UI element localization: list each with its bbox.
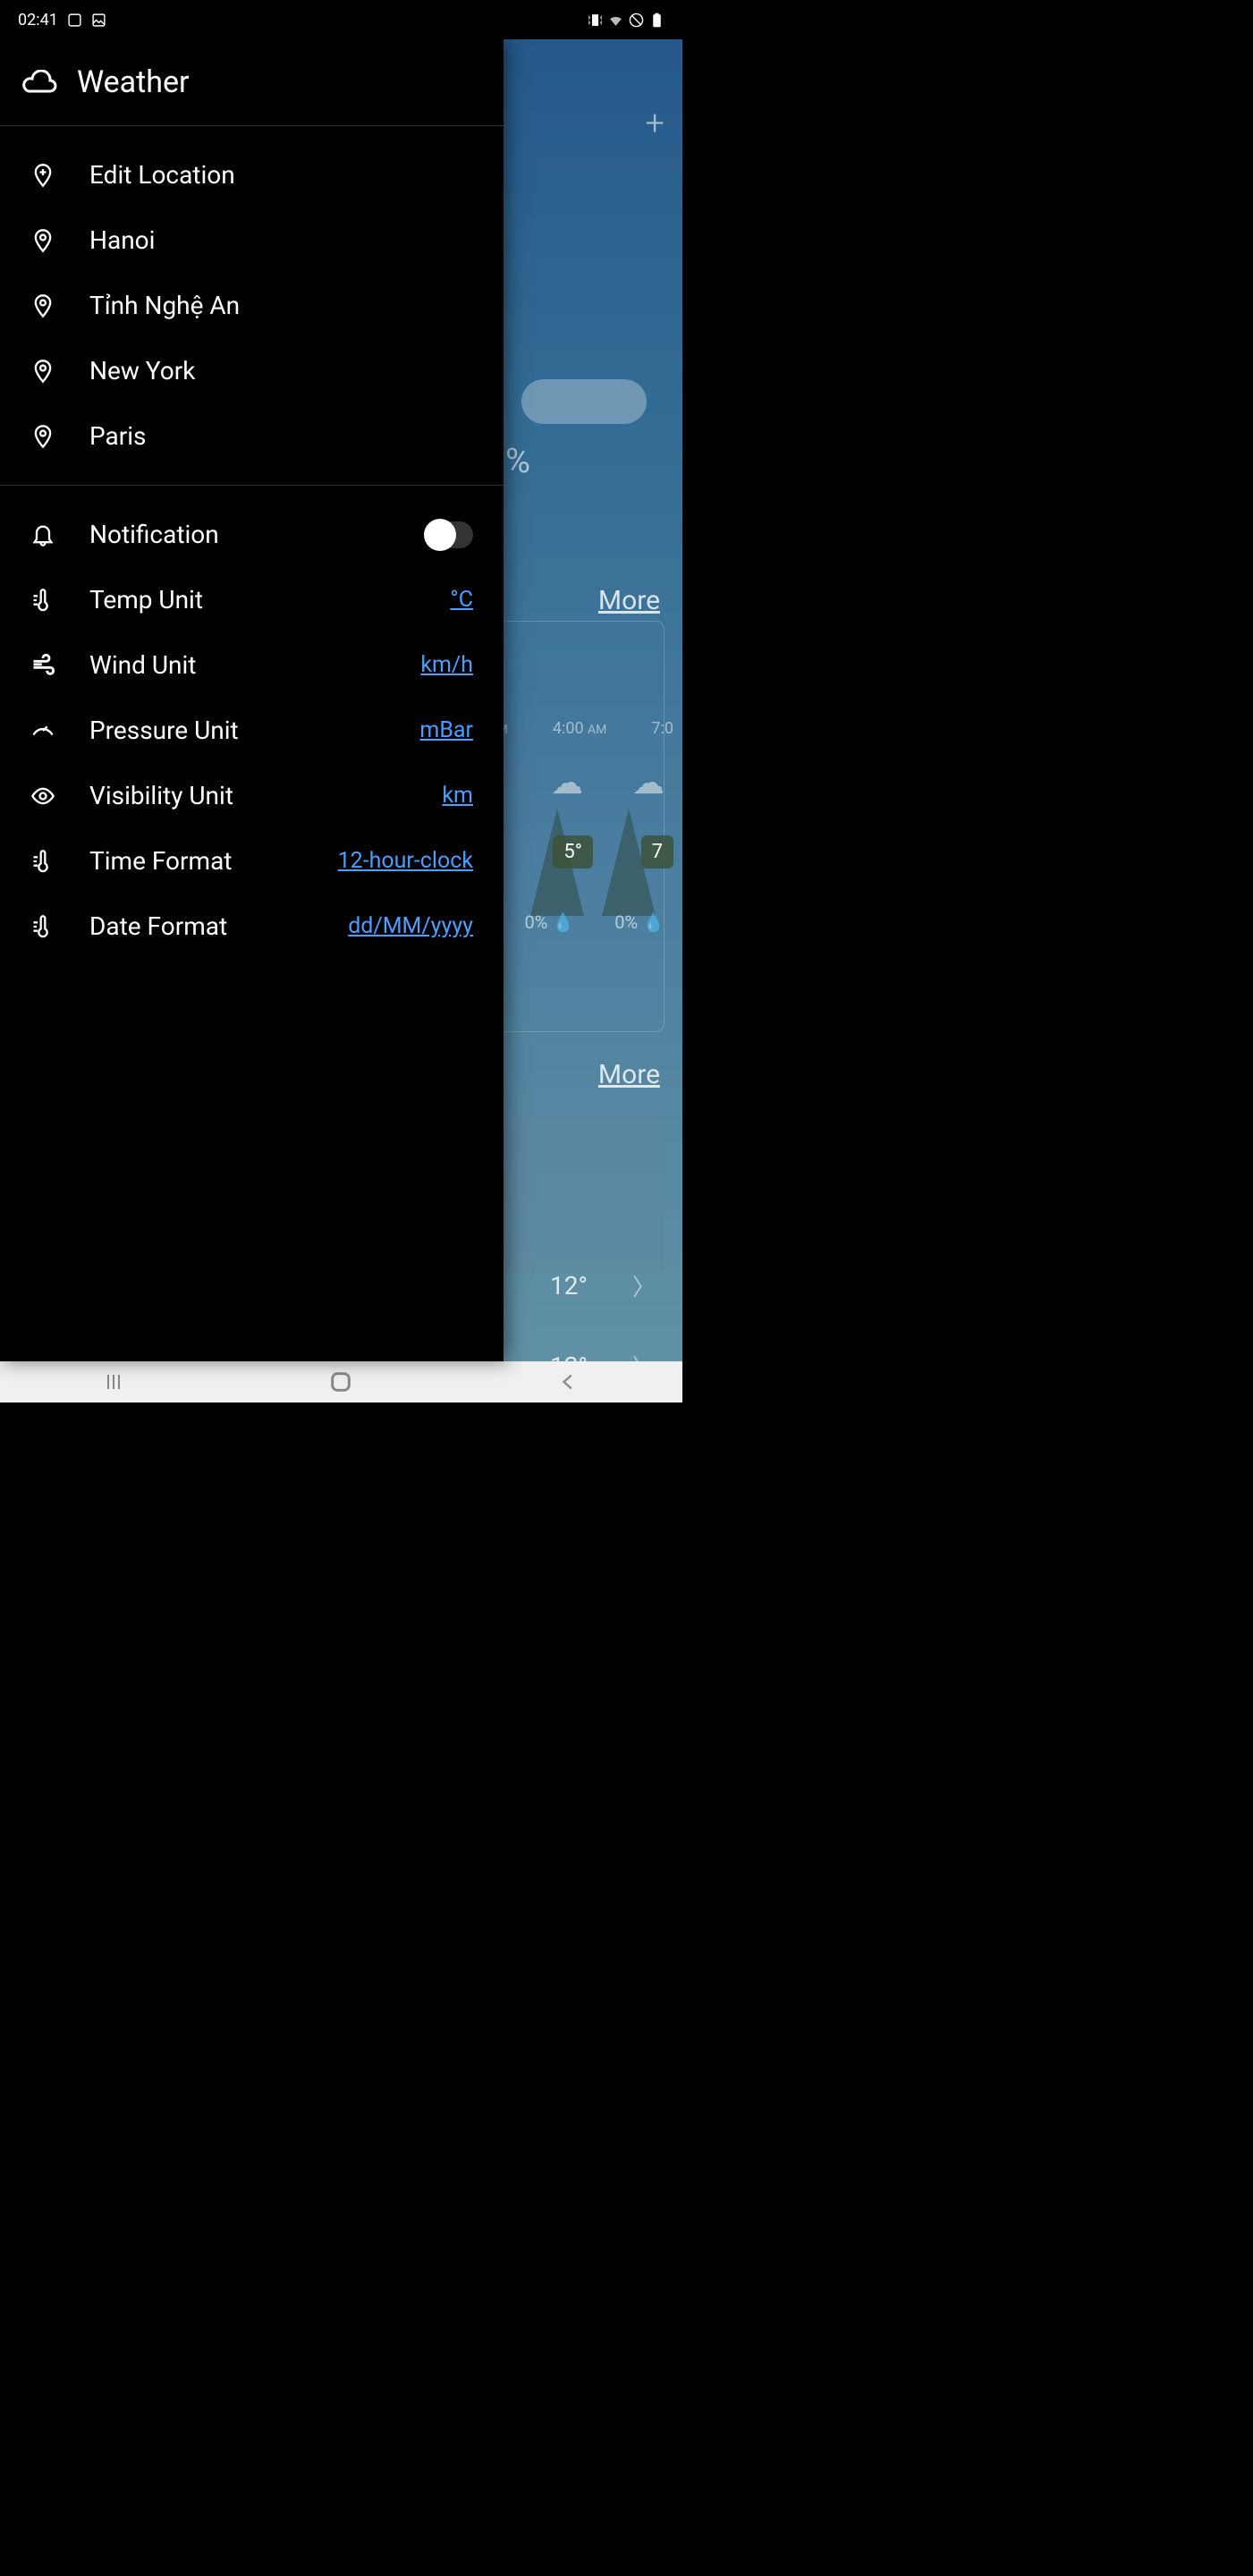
- thermometer-icon: [30, 914, 55, 939]
- cloud-icon: ☁: [551, 764, 583, 801]
- visibility-unit-item[interactable]: Visibility Unit km: [0, 763, 504, 828]
- location-item-paris[interactable]: Paris: [0, 403, 504, 469]
- background-trees: [530, 809, 656, 916]
- drawer-title: Weather: [77, 64, 190, 100]
- forecast-icons: ☁ ☁: [551, 764, 665, 801]
- drawer-header: Weather: [0, 39, 504, 126]
- drawer-item-value[interactable]: dd/MM/yyyy: [348, 913, 473, 939]
- forecast-times: AM 4:00 AM 7:0: [489, 719, 674, 738]
- bell-icon: [30, 522, 55, 547]
- drawer-item-label: Temp Unit: [89, 585, 416, 614]
- add-pin-icon: [30, 163, 55, 188]
- date-format-item[interactable]: Date Format dd/MM/yyyy: [0, 894, 504, 959]
- drawer-item-label: Date Format: [89, 911, 314, 941]
- location-item-hanoi[interactable]: Hanoi: [0, 208, 504, 273]
- status-right: [588, 13, 665, 28]
- pin-icon: [30, 424, 55, 449]
- settings-section: Notification Temp Unit °C Wind Unit km/h…: [0, 486, 504, 975]
- drawer-item-label: Tỉnh Nghệ An: [89, 291, 473, 320]
- weather-cloud-icon: [20, 70, 57, 95]
- cloud-icon: ☁: [632, 764, 665, 801]
- app-icon: [67, 13, 82, 28]
- drawer-item-label: Wind Unit: [89, 650, 386, 680]
- back-button[interactable]: [542, 1364, 596, 1400]
- location-item-newyork[interactable]: New York: [0, 338, 504, 403]
- gauge-icon: [30, 718, 55, 743]
- thermometer-icon: [30, 849, 55, 874]
- pressure-unit-item[interactable]: Pressure Unit mBar: [0, 698, 504, 763]
- edit-location-item[interactable]: Edit Location: [0, 142, 504, 208]
- recents-button[interactable]: [87, 1364, 140, 1400]
- wifi-icon: [608, 13, 623, 28]
- daily-temp: 12°: [550, 1352, 588, 1361]
- drawer-item-value[interactable]: km: [442, 783, 473, 809]
- eye-icon: [30, 784, 55, 809]
- drawer-item-value[interactable]: km/h: [420, 652, 473, 678]
- pin-icon: [30, 359, 55, 384]
- time-format-item[interactable]: Time Format 12-hour-clock: [0, 828, 504, 894]
- more-hourly-link[interactable]: More: [598, 585, 660, 616]
- drawer-item-label: Time Format: [89, 846, 304, 876]
- image-icon: [91, 13, 106, 28]
- drawer-item-label: Edit Location: [89, 160, 473, 190]
- drawer-item-value[interactable]: °C: [450, 587, 473, 613]
- notification-toggle[interactable]: [427, 521, 473, 548]
- precip-value: 0% 💧: [524, 911, 574, 933]
- more-daily-link[interactable]: More: [598, 1059, 660, 1090]
- wind-icon: [30, 653, 55, 678]
- drawer-item-label: Pressure Unit: [89, 716, 385, 745]
- vibrate-icon: [588, 13, 603, 28]
- pin-icon: [30, 228, 55, 253]
- status-bar: 02:41: [0, 0, 682, 39]
- home-button[interactable]: [314, 1364, 368, 1400]
- wind-unit-item[interactable]: Wind Unit km/h: [0, 632, 504, 698]
- status-left: 02:41: [18, 11, 106, 30]
- thermometer-icon: [30, 588, 55, 613]
- drawer-item-label: Paris: [89, 421, 473, 451]
- temp-unit-item[interactable]: Temp Unit °C: [0, 567, 504, 632]
- drawer-item-label: Notification: [89, 520, 393, 549]
- temp-badge: 7: [641, 835, 673, 869]
- temp-badge: 5°: [553, 835, 593, 869]
- drawer-item-value[interactable]: mBar: [419, 717, 473, 743]
- chevron-right-icon: 〉: [632, 1269, 656, 1302]
- drawer-item-label: Visibility Unit: [89, 781, 408, 810]
- drawer-item-label: New York: [89, 356, 473, 386]
- daily-row[interactable]: 12° 〉: [550, 1269, 656, 1302]
- background-cloud: [521, 379, 647, 424]
- notification-item[interactable]: Notification: [0, 502, 504, 567]
- no-signal-icon: [629, 13, 644, 28]
- location-item-nghean[interactable]: Tỉnh Nghệ An: [0, 273, 504, 338]
- forecast-time: 4:00 AM: [553, 719, 607, 738]
- battery-icon: [649, 13, 665, 28]
- locations-section: Edit Location Hanoi Tỉnh Nghệ An New Yor…: [0, 126, 504, 486]
- precip-row: 0% 💧 0% 💧: [524, 911, 665, 933]
- system-nav-bar: [0, 1361, 682, 1402]
- pin-icon: [30, 293, 55, 318]
- navigation-drawer: Weather Edit Location Hanoi Tỉnh Nghệ An…: [0, 39, 504, 1361]
- daily-forecast-card: [486, 1113, 665, 1274]
- chevron-right-icon: 〉: [632, 1350, 656, 1361]
- status-time: 02:41: [18, 11, 58, 30]
- daily-row[interactable]: 12° 〉: [550, 1350, 656, 1361]
- precip-value: 0% 💧: [614, 911, 665, 933]
- add-location-button[interactable]: +: [646, 104, 665, 143]
- drawer-item-label: Hanoi: [89, 225, 473, 255]
- forecast-time: 7:0: [651, 719, 673, 738]
- background-humidity: %: [505, 442, 530, 481]
- daily-temp: 12°: [550, 1271, 588, 1301]
- drawer-item-value[interactable]: 12-hour-clock: [338, 848, 473, 874]
- toggle-knob: [424, 519, 456, 551]
